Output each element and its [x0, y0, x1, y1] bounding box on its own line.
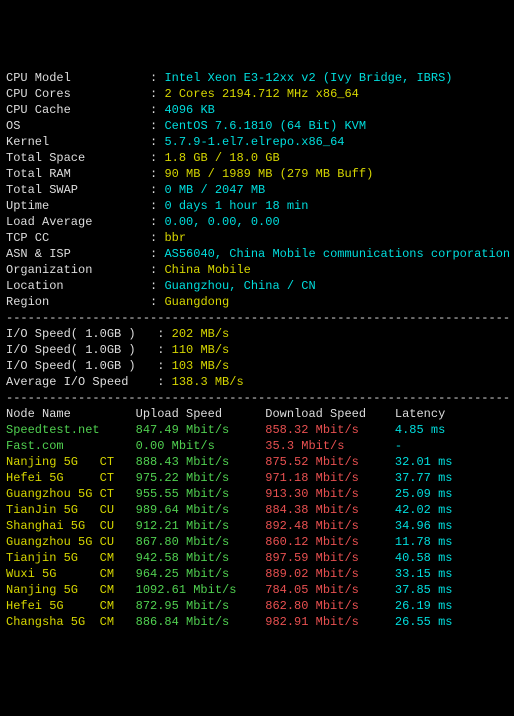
- speed-row: Speedtest.net 847.49 Mbit/s 858.32 Mbit/…: [6, 423, 445, 437]
- terminal-output: CPU Model : Intel Xeon E3-12xx v2 (Ivy B…: [6, 70, 508, 630]
- io-row: I/O Speed( 1.0GB ) : 110 MB/s: [6, 343, 229, 357]
- info-row: OS : CentOS 7.6.1810 (64 Bit) KVM: [6, 119, 366, 133]
- info-row: Total SWAP : 0 MB / 2047 MB: [6, 183, 265, 197]
- speed-row: Tianjin 5G CM 942.58 Mbit/s 897.59 Mbit/…: [6, 551, 452, 565]
- info-row: Location : Guangzhou, China / CN: [6, 279, 316, 293]
- io-row: Average I/O Speed : 138.3 MB/s: [6, 375, 244, 389]
- info-row: Kernel : 5.7.9-1.el7.elrepo.x86_64: [6, 135, 344, 149]
- speed-header: Node Name Upload Speed Download Speed La…: [6, 407, 445, 421]
- speed-row: Nanjing 5G CM 1092.61 Mbit/s 784.05 Mbit…: [6, 583, 452, 597]
- speed-row: Changsha 5G CM 886.84 Mbit/s 982.91 Mbit…: [6, 615, 452, 629]
- speed-row: TianJin 5G CU 989.64 Mbit/s 884.38 Mbit/…: [6, 503, 452, 517]
- speed-row: Guangzhou 5G CU 867.80 Mbit/s 860.12 Mbi…: [6, 535, 452, 549]
- speed-row: Guangzhou 5G CT 955.55 Mbit/s 913.30 Mbi…: [6, 487, 452, 501]
- speed-row: Hefei 5G CM 872.95 Mbit/s 862.80 Mbit/s …: [6, 599, 452, 613]
- info-row: Region : Guangdong: [6, 295, 229, 309]
- info-row: Load Average : 0.00, 0.00, 0.00: [6, 215, 280, 229]
- info-row: TCP CC : bbr: [6, 231, 186, 245]
- info-row: ASN & ISP : AS56040, China Mobile commun…: [6, 247, 510, 261]
- io-row: I/O Speed( 1.0GB ) : 103 MB/s: [6, 359, 229, 373]
- info-row: Uptime : 0 days 1 hour 18 min: [6, 199, 308, 213]
- speed-row: Hefei 5G CT 975.22 Mbit/s 971.18 Mbit/s …: [6, 471, 452, 485]
- info-row: Total RAM : 90 MB / 1989 MB (279 MB Buff…: [6, 167, 373, 181]
- speed-row: Fast.com 0.00 Mbit/s 35.3 Mbit/s -: [6, 439, 402, 453]
- speed-row: Nanjing 5G CT 888.43 Mbit/s 875.52 Mbit/…: [6, 455, 452, 469]
- io-row: I/O Speed( 1.0GB ) : 202 MB/s: [6, 327, 229, 341]
- info-row: CPU Cores : 2 Cores 2194.712 MHz x86_64: [6, 87, 359, 101]
- speed-row: Wuxi 5G CM 964.25 Mbit/s 889.02 Mbit/s 3…: [6, 567, 452, 581]
- speed-row: Shanghai 5G CU 912.21 Mbit/s 892.48 Mbit…: [6, 519, 452, 533]
- info-row: CPU Model : Intel Xeon E3-12xx v2 (Ivy B…: [6, 71, 452, 85]
- info-row: CPU Cache : 4096 KB: [6, 103, 215, 117]
- info-row: Organization : China Mobile: [6, 263, 251, 277]
- info-row: Total Space : 1.8 GB / 18.0 GB: [6, 151, 280, 165]
